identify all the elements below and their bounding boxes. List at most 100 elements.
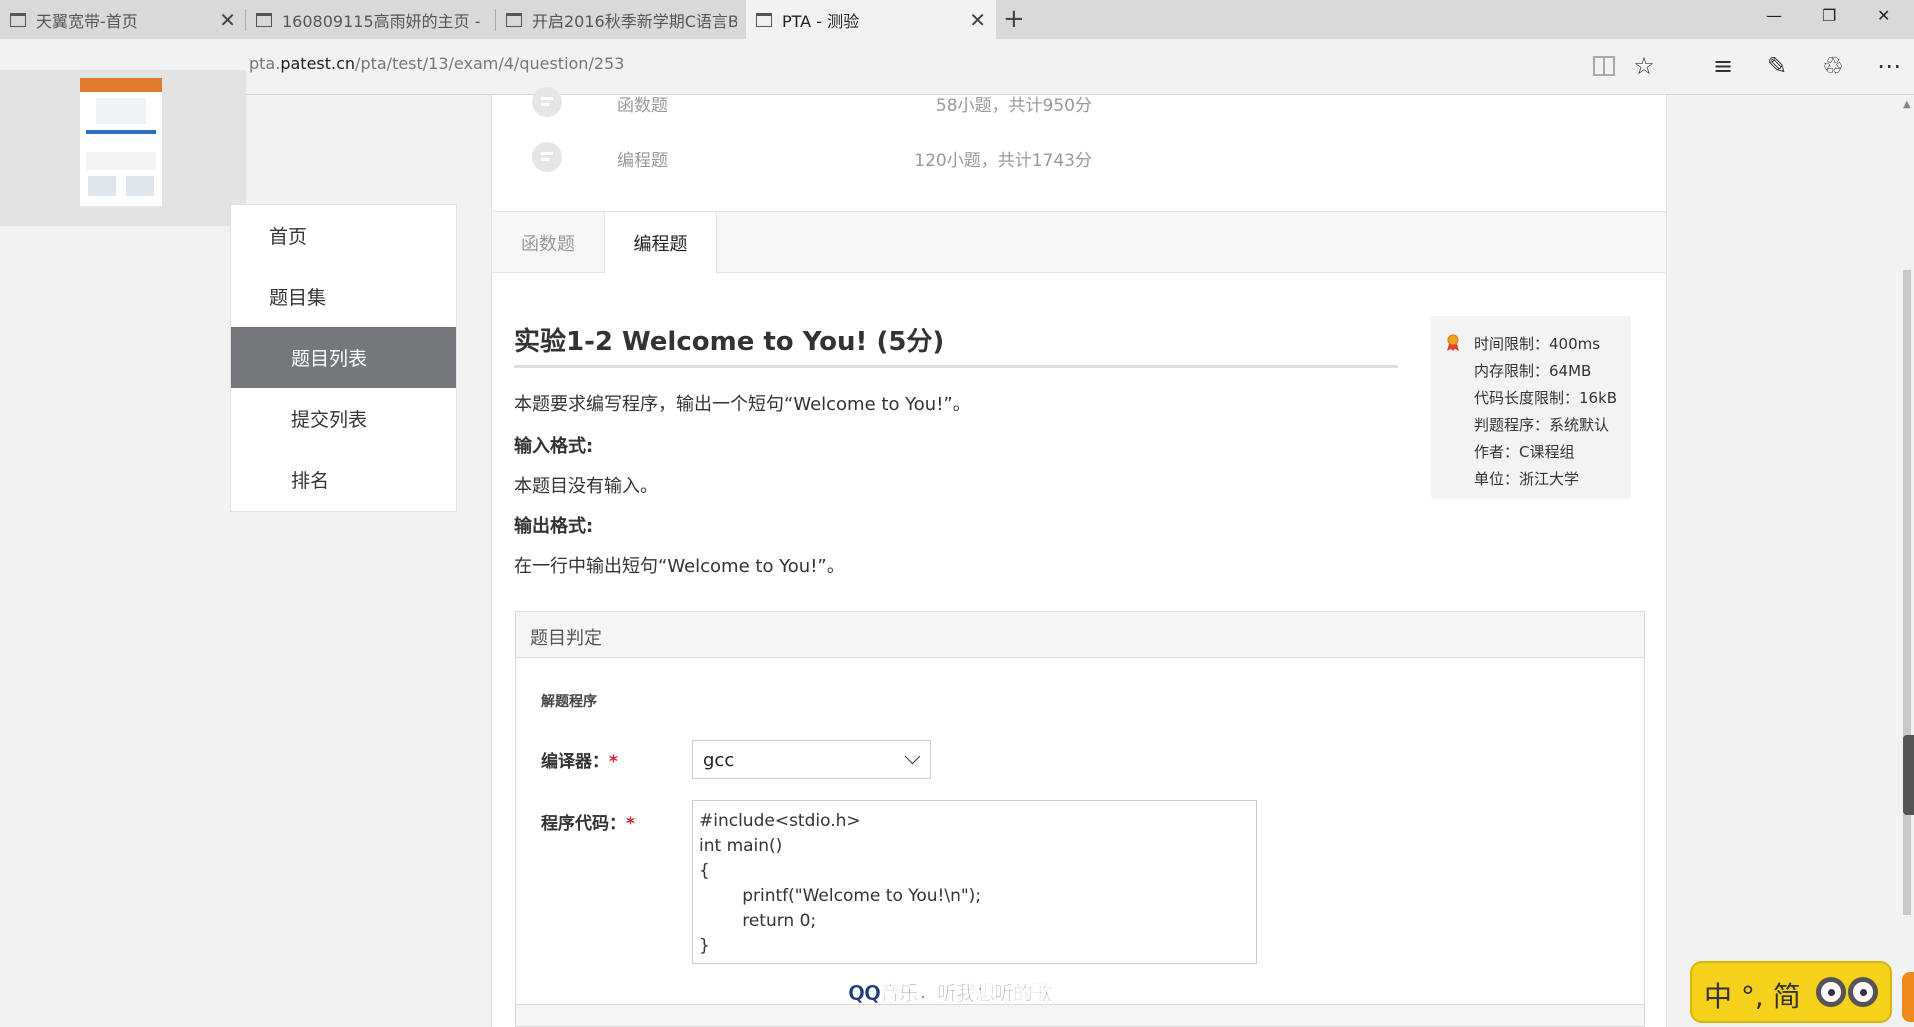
code-label: 程序代码：* xyxy=(541,809,635,834)
thumbnail-block xyxy=(86,152,156,170)
thumbnail-banner xyxy=(80,78,162,92)
nav-item-submissions[interactable]: 提交列表 xyxy=(231,388,456,449)
list-icon xyxy=(532,142,562,172)
input-format-heading: 输入格式: xyxy=(514,436,594,457)
floating-edge-button[interactable] xyxy=(1902,972,1914,1022)
url-host: patest.cn xyxy=(280,54,356,73)
nav-item-home[interactable]: 首页 xyxy=(231,205,456,266)
goggle-icon xyxy=(1816,977,1846,1007)
browser-tab-2[interactable]: 160809115高雨妍的主页 - 轻 xyxy=(246,0,496,39)
memory-limit: 内存限制：64MB xyxy=(1474,362,1592,380)
stat-name: 函数题 xyxy=(617,96,668,116)
stat-value: 58小题，共计950分 xyxy=(935,96,1092,116)
tab-title: 天翼宽带-首页 xyxy=(36,11,138,31)
tab-preview-thumbnail[interactable] xyxy=(0,70,246,226)
ime-mode-text: 中 °, 简 xyxy=(1704,980,1801,1013)
page-scrollbar[interactable]: ▲ xyxy=(1900,95,1914,1027)
output-format-text: 在一行中输出短句“Welcome to You!”。 xyxy=(514,556,845,577)
problem-type-tabs: 函数题 编程题 xyxy=(492,211,1666,274)
code-line: printf("Welcome to You!\n"); xyxy=(699,886,982,906)
solution-subtitle: 解题程序 xyxy=(541,694,597,710)
scroll-up-arrow-icon[interactable]: ▲ xyxy=(1903,99,1911,110)
page-icon xyxy=(506,12,522,27)
scroll-thumb[interactable] xyxy=(1903,270,1911,915)
code-label-text: 程序代码： xyxy=(541,814,626,834)
thumbnail-block xyxy=(126,176,154,196)
nav-item-ranking[interactable]: 排名 xyxy=(231,449,456,510)
stat-name: 编程题 xyxy=(617,151,668,171)
thumbnail-block xyxy=(96,98,146,124)
problem-description: 本题要求编写程序，输出一个短句“Welcome to You!”。 xyxy=(514,394,971,415)
author: 作者：C课程组 xyxy=(1474,443,1575,461)
browser-tab-active[interactable]: PTA - 测验 ✕ xyxy=(746,0,996,39)
code-line: #include<stdio.h> xyxy=(699,811,861,831)
hub-icon[interactable]: ≡ xyxy=(1708,51,1738,81)
required-mark: * xyxy=(626,814,635,834)
compiler-label: 编译器：* xyxy=(541,747,618,772)
code-line: { xyxy=(699,861,710,881)
compiler-selected-value: gcc xyxy=(703,750,735,771)
favorite-star-icon[interactable]: ☆ xyxy=(1629,51,1659,81)
output-format-heading: 输出格式: xyxy=(514,516,594,537)
page-icon xyxy=(10,12,26,27)
tab-title: PTA - 测验 xyxy=(782,11,860,31)
nav-item-problem-sets[interactable]: 题目集 xyxy=(231,266,456,327)
judge-panel-footer xyxy=(516,1004,1644,1026)
problem-title: 实验1-2 Welcome to You! (5分) xyxy=(514,327,945,357)
time-limit: 时间限制：400ms xyxy=(1474,335,1601,353)
judge-panel-header: 题目判定 xyxy=(516,612,1644,658)
judge-panel: 题目判定 解题程序 编译器：* gcc 程序代码：* #include<stdi… xyxy=(515,611,1645,1027)
more-icon[interactable]: ⋯ xyxy=(1874,51,1904,81)
tab-title: 开启2016秋季新学期C语言B xyxy=(532,11,737,31)
code-editor[interactable]: #include<stdio.h> int main() { printf("W… xyxy=(692,800,1257,964)
compiler-select[interactable]: gcc xyxy=(692,740,931,779)
close-window-button[interactable]: ✕ xyxy=(1877,6,1890,25)
browser-tab-strip: 天翼宽带-首页 ✕ 160809115高雨妍的主页 - 轻 开启2016秋季新学… xyxy=(0,0,1914,39)
required-mark: * xyxy=(609,752,618,772)
organization: 单位：浙江大学 xyxy=(1474,470,1580,488)
code-line: } xyxy=(699,936,710,956)
browser-tab-1[interactable]: 天翼宽带-首页 ✕ xyxy=(0,0,246,39)
restore-button[interactable]: ❐ xyxy=(1822,6,1836,25)
side-navigation: 首页 题目集 题目列表 提交列表 排名 xyxy=(230,204,457,512)
reading-view-icon[interactable] xyxy=(1589,51,1619,81)
stat-value: 120小题，共计1743分 xyxy=(914,151,1092,171)
tab-function-problems[interactable]: 函数题 xyxy=(492,212,604,273)
url-prefix: pta. xyxy=(249,54,281,73)
code-line: int main() xyxy=(699,836,783,856)
url-path: /pta/test/13/exam/4/question/253 xyxy=(355,54,625,73)
code-line: return 0; xyxy=(699,911,817,931)
new-tab-button[interactable]: + xyxy=(1003,4,1025,34)
page-icon xyxy=(756,12,772,27)
qq-music-banner: QQ音乐，听我想听的歌 xyxy=(848,981,1053,1006)
url-field[interactable]: pta.patest.cn/pta/test/13/exam/4/questio… xyxy=(249,54,624,73)
chevron-down-icon xyxy=(904,748,921,765)
floating-side-widget[interactable] xyxy=(1903,735,1914,815)
judge-program: 判题程序：系统默认 xyxy=(1474,416,1610,434)
tab-programming-problems[interactable]: 编程题 xyxy=(604,212,717,274)
judge-panel-title: 题目判定 xyxy=(530,628,602,649)
browser-tab-3[interactable]: 开启2016秋季新学期C语言B xyxy=(496,0,746,39)
ime-toolbar[interactable]: 中 °, 简 xyxy=(1690,961,1892,1023)
problem-meta-box: 时间限制：400ms 内存限制：64MB 代码长度限制：16kB 判题程序：系统… xyxy=(1431,316,1631,499)
title-divider xyxy=(514,365,1398,368)
stat-row-function: 函数题 58小题，共计950分 xyxy=(492,83,1668,123)
close-tab-icon[interactable]: ✕ xyxy=(219,8,236,32)
code-length-limit: 代码长度限制：16kB xyxy=(1474,389,1618,407)
web-note-icon[interactable]: ✎ xyxy=(1762,51,1792,81)
thumbnail-block xyxy=(88,176,116,196)
minimize-button[interactable]: — xyxy=(1766,6,1782,25)
compiler-label-text: 编译器： xyxy=(541,752,609,772)
stat-row-programming: 编程题 120小题，共计1743分 xyxy=(492,138,1668,178)
input-format-text: 本题目没有输入。 xyxy=(514,476,658,497)
thumbnail-page xyxy=(80,78,162,206)
share-icon[interactable]: ♲ xyxy=(1818,51,1848,81)
page-icon xyxy=(256,12,272,27)
main-content: 函数题 58小题，共计950分 编程题 120小题，共计1743分 函数题 编程… xyxy=(491,87,1668,1027)
list-icon xyxy=(532,87,562,117)
goggle-icon xyxy=(1848,977,1878,1007)
close-tab-icon[interactable]: ✕ xyxy=(969,8,986,32)
nav-item-problem-list[interactable]: 题目列表 xyxy=(231,327,456,388)
thumbnail-block xyxy=(86,130,156,134)
medal-icon xyxy=(1447,334,1459,351)
